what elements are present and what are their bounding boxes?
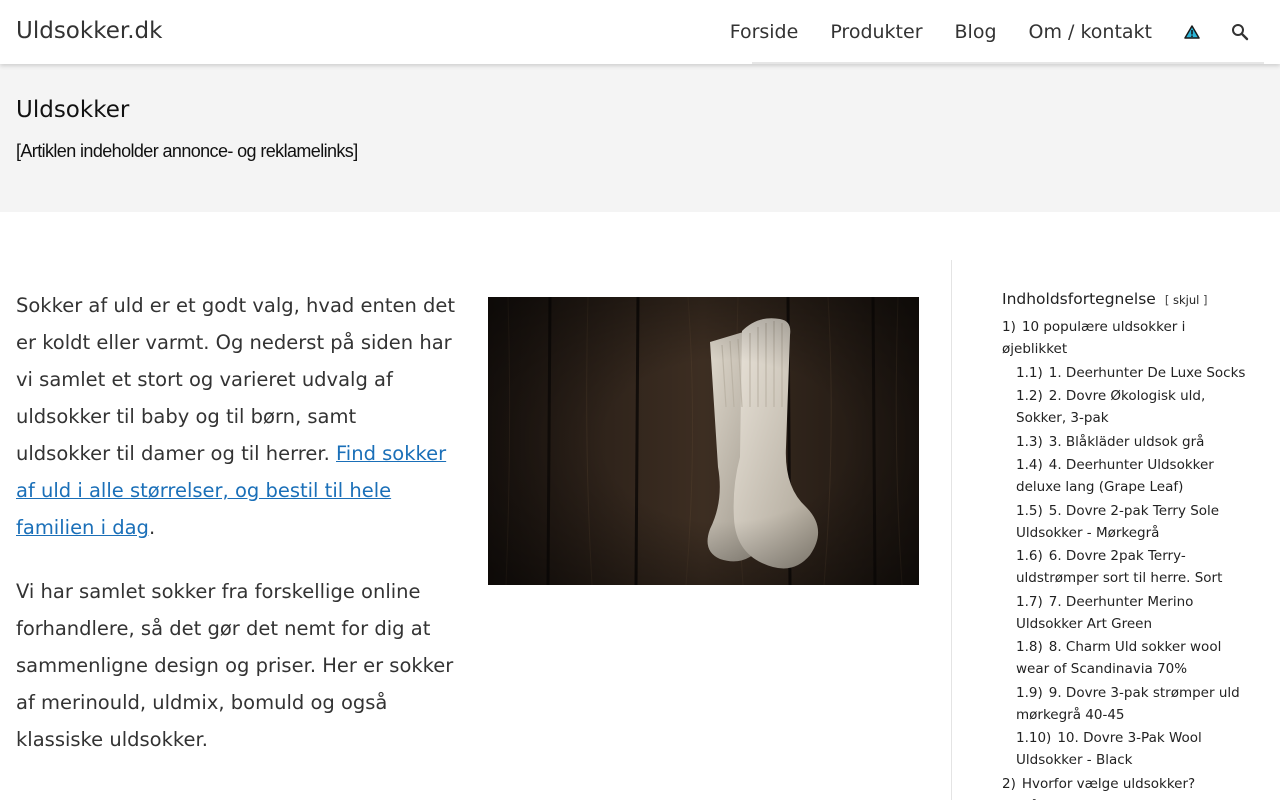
nav-om-kontakt[interactable]: Om / kontakt [1013,0,1168,64]
toc-item-number: 1.3) [1016,433,1043,450]
toc-item[interactable]: 3)Sådan vasker du sokker af uld [1002,796,1252,800]
toc-item-number: 1.2) [1016,388,1043,404]
toc-title: Indholdsfortegnelse [1002,290,1156,308]
toc-item[interactable]: 1.4) 4. Deerhunter Uldsokker deluxe lang … [1002,454,1252,498]
ad-disclaimer: [Artiklen indeholder annonce- og reklame… [16,141,358,161]
nav-blog[interactable]: Blog [939,0,1013,64]
toc-toggle[interactable]: [ skjul ] [1165,293,1208,307]
intro-paragraph-1-text: Sokker af uld er et godt valg, hvad ente… [16,294,456,465]
toc-item[interactable]: 1.8) 8. Charm Uld sokker wool wear of Sca… [1002,636,1252,680]
toc-item-number: 1.10) [1016,730,1052,746]
toc-item-number: 1.8) [1016,639,1043,655]
toc-item-label[interactable]: 2. Dovre Økologisk uld, Sokker, 3-pak [1016,388,1205,426]
toc-item-label[interactable]: 10 populære uldsokker i øjeblikket [1002,319,1185,357]
toc-item[interactable]: 2) Hvorfor vælge uldsokker? [1002,773,1252,795]
site-header: Uldsokker.dk Forside Produkter Blog Om /… [0,0,1280,64]
nav-produkter[interactable]: Produkter [814,0,938,64]
warning-triangle-icon[interactable] [1168,0,1216,64]
toc-item-number: 1.9) [1016,684,1043,701]
toc-item-label[interactable]: Hvorfor vælge uldsokker? [1022,776,1195,792]
toc-item-label[interactable]: 6. Dovre 2pak Terry-uldstrømper sort til… [1016,548,1222,586]
toc-item-number: 1.5) [1016,502,1043,519]
toc-item-label[interactable]: 9. Dovre 3-pak strømper uld mørkegrå 40-… [1016,685,1240,723]
toc-item[interactable]: 1.10) 10. Dovre 3-Pak Wool Uldsokker - Bl… [1002,727,1252,771]
toc-toggle-label[interactable]: skjul [1173,293,1199,307]
sidebar-divider [951,260,952,800]
table-of-contents: Indholdsfortegnelse [ skjul ] 1) 10 popul… [1002,290,1252,800]
page-banner: Uldsokker [Artiklen indeholder annonce- … [0,64,1280,212]
main-nav: Forside Produkter Blog Om / kontakt [714,0,1264,64]
toc-item-number: 1.7) [1016,593,1043,610]
toc-item-label[interactable]: 5. Dovre 2-pak Terry Sole Uldsokker - Mø… [1016,503,1219,541]
toc-item-number: 1) [1002,319,1016,335]
toc-item-label[interactable]: 3. Blåkläder uldsok grå [1049,434,1205,450]
toc-item-label[interactable]: 8. Charm Uld sokker wool wear of Scandin… [1016,639,1221,677]
intro-text: Sokker af uld er et godt valg, hvad ente… [16,287,456,785]
toc-item[interactable]: 1) 10 populære uldsokker i øjeblikket [1002,316,1252,360]
wool-socks-image [488,297,919,585]
toc-item[interactable]: 1.6) 6. Dovre 2pak Terry-uldstrømper sort… [1002,545,1252,589]
intro-paragraph-1-end: . [148,516,156,539]
toc-header: Indholdsfortegnelse [ skjul ] [1002,290,1252,308]
toc-item[interactable]: 1.3) 3. Blåkläder uldsok grå [1002,431,1252,453]
toc-item[interactable]: 1.9) 9. Dovre 3-pak strømper uld mørkegrå… [1002,682,1252,726]
page-title: Uldsokker [16,97,130,123]
toc-item[interactable]: 1.1) 1. Deerhunter De Luxe Socks [1002,362,1252,384]
toc-item-number: 2) [1002,775,1016,792]
toc-item[interactable]: 1.5) 5. Dovre 2-pak Terry Sole Uldsokker … [1002,500,1252,544]
toc-item-number: 1.1) [1016,364,1043,381]
nav-forside[interactable]: Forside [714,0,815,64]
search-icon[interactable] [1216,0,1264,64]
toc-toggle-open-bracket: [ [1164,293,1170,307]
nav-underline [752,62,1264,64]
toc-item-label[interactable]: 1. Deerhunter De Luxe Socks [1049,365,1246,381]
toc-item-number: 1.4) [1016,457,1043,473]
intro-paragraph-2: Vi har samlet sokker fra forskellige onl… [16,580,454,751]
toc-item[interactable]: 1.2) 2. Dovre Økologisk uld, Sokker, 3-pa… [1002,385,1252,429]
toc-item-label[interactable]: 4. Deerhunter Uldsokker deluxe lang (Gra… [1016,457,1214,495]
intro-paragraph-1: Sokker af uld er et godt valg, hvad ente… [16,287,456,546]
toc-toggle-close-bracket: ] [1202,293,1208,307]
site-title[interactable]: Uldsokker.dk [16,18,162,44]
toc-item-number: 1.6) [1016,548,1043,564]
toc-list: 1) 10 populære uldsokker i øjeblikket 1.1)… [1002,316,1252,800]
toc-item[interactable]: 1.7) 7. Deerhunter Merino Uldsokker Art G… [1002,591,1252,635]
